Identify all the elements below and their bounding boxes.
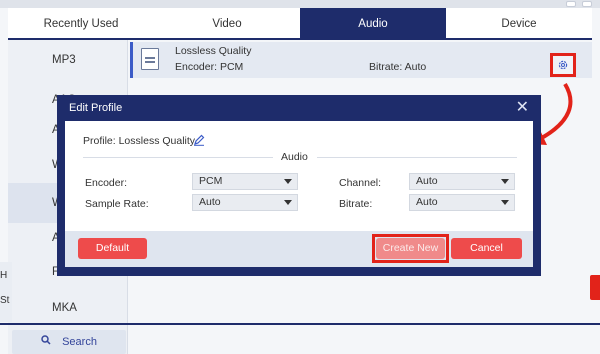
sidebar-item-mka[interactable]: MKA [8,288,128,328]
search-label: Search [62,336,97,349]
profile-row[interactable]: Lossless Quality Encoder: PCM Bitrate: A… [130,42,592,78]
chevron-down-icon [284,200,292,205]
encoder-value: PCM [199,175,223,187]
edit-pencil-icon[interactable] [193,134,205,146]
section-divider-right [317,157,517,158]
search-icon [41,335,54,348]
encoder-label: Encoder: [85,177,128,189]
dialog-title: Edit Profile [69,102,123,114]
tab-recently-used[interactable]: Recently Used [8,8,154,38]
chevron-down-icon [501,179,509,184]
background-red-edge [590,275,600,300]
channel-select[interactable]: Auto [409,173,515,190]
create-new-button[interactable]: Create New [376,238,445,259]
sample-rate-label: Sample Rate: [85,198,149,210]
chevron-down-icon [501,200,509,205]
audio-file-icon [141,48,159,70]
chevron-down-icon [284,179,292,184]
profile-encoder: Encoder: PCM [175,61,244,73]
channel-label: Channel: [339,177,382,189]
profile-name-label: Profile: Lossless Quality [83,135,196,147]
encoder-select[interactable]: PCM [192,173,298,190]
background-divider [0,323,600,325]
cancel-button[interactable]: Cancel [451,238,522,259]
background-text-h: H [0,270,8,281]
sidebar-item-mp3[interactable]: MP3 [8,40,128,80]
bitrate-label: Bitrate: [339,198,373,210]
tab-audio[interactable]: Audio [300,8,446,38]
tab-video[interactable]: Video [154,8,300,38]
profile-bitrate: Bitrate: Auto [369,61,427,73]
gear-icon [558,60,568,70]
edit-profile-dialog: Edit Profile ✕ Profile: Lossless Quality… [57,95,541,276]
window-top-edge [0,0,600,8]
default-button[interactable]: Default [78,238,147,259]
close-icon[interactable]: ✕ [516,100,529,116]
channel-value: Auto [416,175,438,187]
section-divider-left [83,157,273,158]
search-button[interactable]: Search [12,330,126,354]
sample-rate-select[interactable]: Auto [192,194,298,211]
profile-settings-button[interactable] [550,53,576,77]
audio-section-title: Audio [281,151,308,163]
format-tabs: Recently Used Video Audio Device [8,8,592,40]
dialog-body: Profile: Lossless Quality Audio Encoder:… [65,121,533,267]
background-text-st: St [0,295,10,306]
minimize-icon[interactable] [566,1,576,7]
bitrate-value: Auto [416,196,438,208]
sample-rate-value: Auto [199,196,221,208]
tab-device[interactable]: Device [446,8,592,38]
dialog-footer: Default Create New Cancel [65,231,533,267]
close-window-icon[interactable] [582,1,592,7]
profile-title: Lossless Quality [175,45,252,57]
bitrate-select[interactable]: Auto [409,194,515,211]
